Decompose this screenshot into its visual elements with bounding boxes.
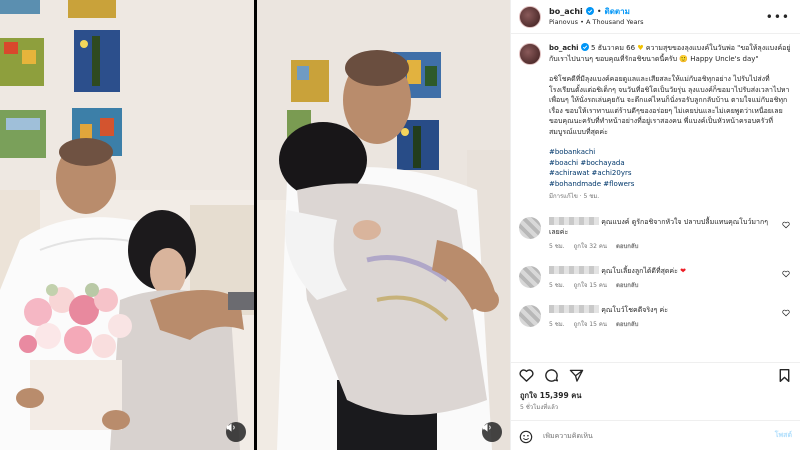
comment-meta: 5 ชม. ถูกใจ 15 คน ตอบกลับ (549, 281, 778, 292)
mute-toggle-right[interactable] (482, 422, 502, 442)
comment-body: คุณโบเลี้ยงลูกได้ดีที่สุดค่ะ ❤ 5 ชม. ถูก… (549, 266, 792, 291)
comment-item: คุณโบว์โชคดีจริงๆ ค่ะ 5 ชม. ถูกใจ 15 คน … (519, 305, 792, 330)
share-button[interactable] (569, 368, 584, 383)
like-comment-icon[interactable] (782, 270, 790, 278)
like-comment-icon[interactable] (782, 221, 790, 229)
comment-meta: 5 ชม. ถูกใจ 32 คน ตอบกลับ (549, 242, 778, 253)
speaker-icon (482, 423, 491, 432)
add-comment-bar: โพสต์ (511, 420, 800, 450)
photo-right-illustration (257, 0, 510, 450)
follow-button[interactable]: ติดตาม (605, 6, 630, 17)
comment-text: คุณโบเลี้ยงลูกได้ดีที่สุดค่ะ (601, 267, 678, 275)
blurred-username (549, 266, 599, 274)
hashtag-line[interactable]: #boachi #bochayada (549, 158, 792, 169)
save-button[interactable] (777, 368, 792, 383)
photo-right (257, 0, 510, 450)
comment-text: คุณโบว์โชคดีจริงๆ ค่ะ (601, 306, 668, 314)
comment-item: คุณแบงค์ ดูรักอชิจากหัวใจ ปลาบปลื้มแทนคุ… (519, 216, 792, 253)
like-comment-icon[interactable] (782, 309, 790, 317)
caption-timestamp: มีการแก้ไข · 5 ชม. (549, 193, 600, 200)
reply-button[interactable]: ตอบกลับ (616, 320, 638, 331)
smiley-icon (519, 430, 533, 443)
comment-button[interactable] (544, 368, 559, 383)
separator-dot: • (596, 6, 602, 16)
photo-left (0, 0, 254, 450)
reply-button[interactable]: ตอบกลับ (616, 242, 638, 253)
author-username[interactable]: bo_achi (549, 6, 583, 17)
red-heart-emoji: ❤ (680, 267, 686, 275)
blurred-username (549, 216, 599, 225)
post-timestamp[interactable]: 5 ชั่วโมงที่แล้ว (520, 402, 558, 412)
post-media[interactable] (0, 0, 510, 450)
yellow-heart-icon: ♥ (637, 44, 644, 52)
verified-badge-icon (580, 43, 589, 51)
author-line: bo_achi • ติดตาม (549, 6, 764, 17)
comment-body: คุณโบว์โชคดีจริงๆ ค่ะ 5 ชม. ถูกใจ 15 คน … (549, 305, 792, 330)
comment-time: 5 ชม. (549, 242, 565, 250)
comments-scroll-area[interactable]: bo_achi 5 ธันวาคม 66 ♥ ความสุขของลุงแบงค… (511, 35, 800, 353)
send-icon (569, 369, 584, 382)
comment-likes[interactable]: ถูกใจ 32 คน (574, 242, 607, 253)
comment-body: คุณแบงค์ ดูรักอชิจากหัวใจ ปลาบปลื้มแทนคุ… (549, 216, 792, 253)
caption-username[interactable]: bo_achi (549, 44, 579, 52)
like-count[interactable]: ถูกใจ 15,399 คน (520, 390, 581, 402)
heart-icon (519, 369, 534, 382)
blurred-username (549, 305, 599, 313)
author-avatar[interactable] (519, 5, 541, 28)
commenter-avatar[interactable] (519, 266, 541, 288)
reply-button[interactable]: ตอบกลับ (616, 281, 638, 292)
comment-likes[interactable]: ถูกใจ 15 คน (574, 281, 607, 292)
commenter-avatar[interactable] (519, 216, 541, 239)
comment-item: คุณโบเลี้ยงลูกได้ดีที่สุดค่ะ ❤ 5 ชม. ถูก… (519, 266, 792, 291)
hashtag-line[interactable]: #achirawat #achi20yrs (549, 168, 792, 179)
comment-time: 5 ชม. (549, 281, 565, 289)
comment-time: 5 ชม. (549, 320, 565, 328)
comment-input[interactable] (543, 431, 775, 440)
audio-track[interactable]: Pianovus • A Thousand Years (549, 17, 764, 28)
post-comment-button[interactable]: โพสต์ (775, 430, 792, 441)
bookmark-icon (779, 368, 790, 383)
hashtag-line[interactable]: #bobankachi (549, 147, 792, 158)
comment-meta: 5 ชม. ถูกใจ 15 คน ตอบกลับ (549, 320, 778, 331)
caption-body: bo_achi 5 ธันวาคม 66 ♥ ความสุขของลุงแบงค… (549, 43, 792, 203)
like-button[interactable] (519, 368, 534, 383)
more-options-icon[interactable]: ••• (764, 10, 792, 24)
post-panel: bo_achi • ติดตาม Pianovus • A Thousand Y… (510, 0, 800, 450)
commenter-avatar[interactable] (519, 305, 541, 327)
action-bar (511, 362, 800, 388)
hashtag-list: #bobankachi #boachi #bochayada #achirawa… (549, 147, 792, 189)
author-info: bo_achi • ติดตาม Pianovus • A Thousand Y… (549, 6, 764, 28)
photo-left-illustration (0, 0, 254, 450)
hashtag-line[interactable]: #bohandmade #flowers (549, 179, 792, 190)
caption: bo_achi 5 ธันวาคม 66 ♥ ความสุขของลุงแบงค… (519, 43, 792, 203)
post-header: bo_achi • ติดตาม Pianovus • A Thousand Y… (511, 0, 800, 34)
speaker-icon (226, 423, 235, 432)
comment-likes[interactable]: ถูกใจ 15 คน (574, 320, 607, 331)
caption-date: 5 ธันวาคม 66 (591, 44, 636, 52)
verified-badge-icon (585, 7, 594, 15)
caption-paragraph: อชิโชคดีที่มีลุงแบงค์คอยดูแลและเสียสละให… (549, 75, 790, 136)
emoji-button[interactable] (519, 429, 533, 443)
mute-toggle-left[interactable] (226, 422, 246, 442)
caption-avatar[interactable] (519, 43, 541, 65)
comment-bubble-icon (545, 369, 559, 382)
